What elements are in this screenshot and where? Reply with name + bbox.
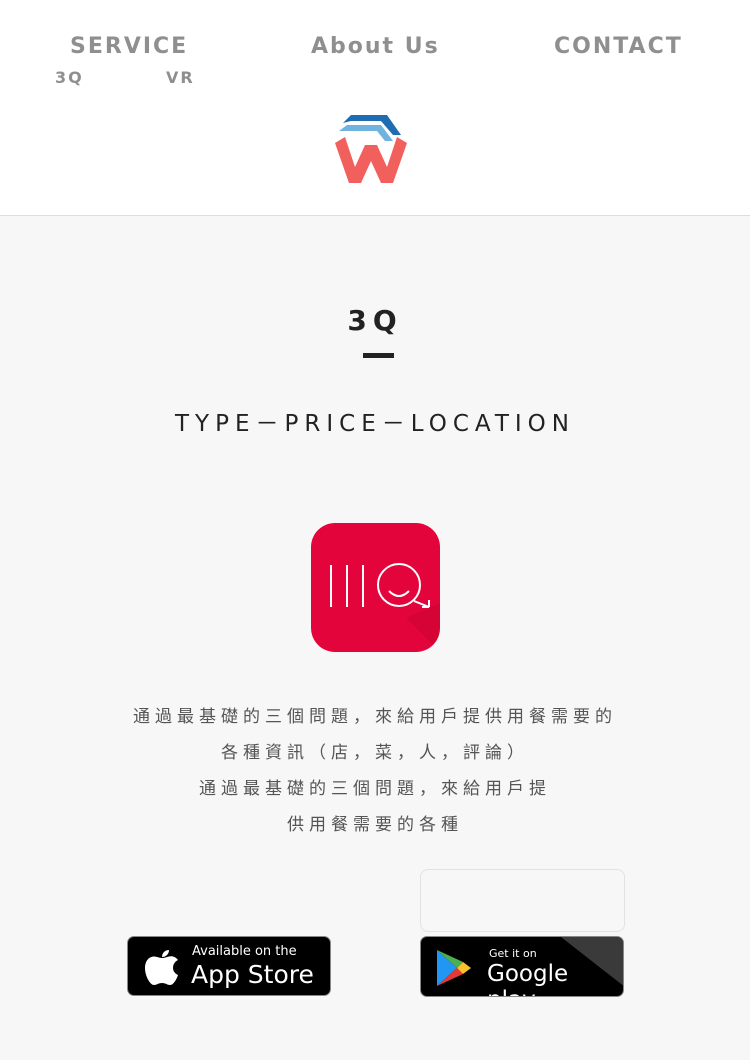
description-line-3: 通過最基礎的三個問題，來給用戶提 [199, 779, 551, 799]
section-title: 3Q [347, 304, 403, 337]
apple-icon [145, 950, 178, 985]
section-tagline: TYPE－PRICE－LOCATION [175, 411, 575, 437]
description-line-4: 供用餐需要的各種 [287, 815, 463, 835]
subnav-3q[interactable]: 3Q [55, 68, 84, 87]
nav-about-us[interactable]: About Us [311, 34, 440, 59]
description-line-1: 通過最基礎的三個問題，來給用戶提供用餐需要的 [133, 707, 617, 727]
logo-w-shape [335, 137, 407, 183]
3q-logo-icon [330, 563, 440, 652]
image-placeholder [420, 869, 625, 932]
title-underline [363, 353, 394, 358]
description-line-2: 各種資訊（店，菜，人，評論） [221, 743, 529, 763]
nav-service[interactable]: SERVICE [70, 34, 188, 59]
google-play-button[interactable]: Get it on Google play [420, 936, 624, 997]
subnav-vr[interactable]: VR [166, 68, 195, 87]
app-store-big-label: App Store [191, 960, 314, 989]
site-header: SERVICE About Us CONTACT 3Q VR [0, 0, 750, 216]
app-store-button[interactable]: Available on the App Store [127, 936, 331, 996]
google-play-small-label: Get it on [489, 947, 537, 960]
nav-contact[interactable]: CONTACT [554, 34, 683, 59]
google-play-icon [437, 950, 471, 986]
logo-mid-band [339, 125, 393, 141]
3q-app-icon[interactable] [311, 523, 440, 652]
app-store-small-label: Available on the [192, 944, 297, 959]
site-logo[interactable] [331, 113, 411, 185]
google-play-big-label: Google play [487, 961, 569, 996]
